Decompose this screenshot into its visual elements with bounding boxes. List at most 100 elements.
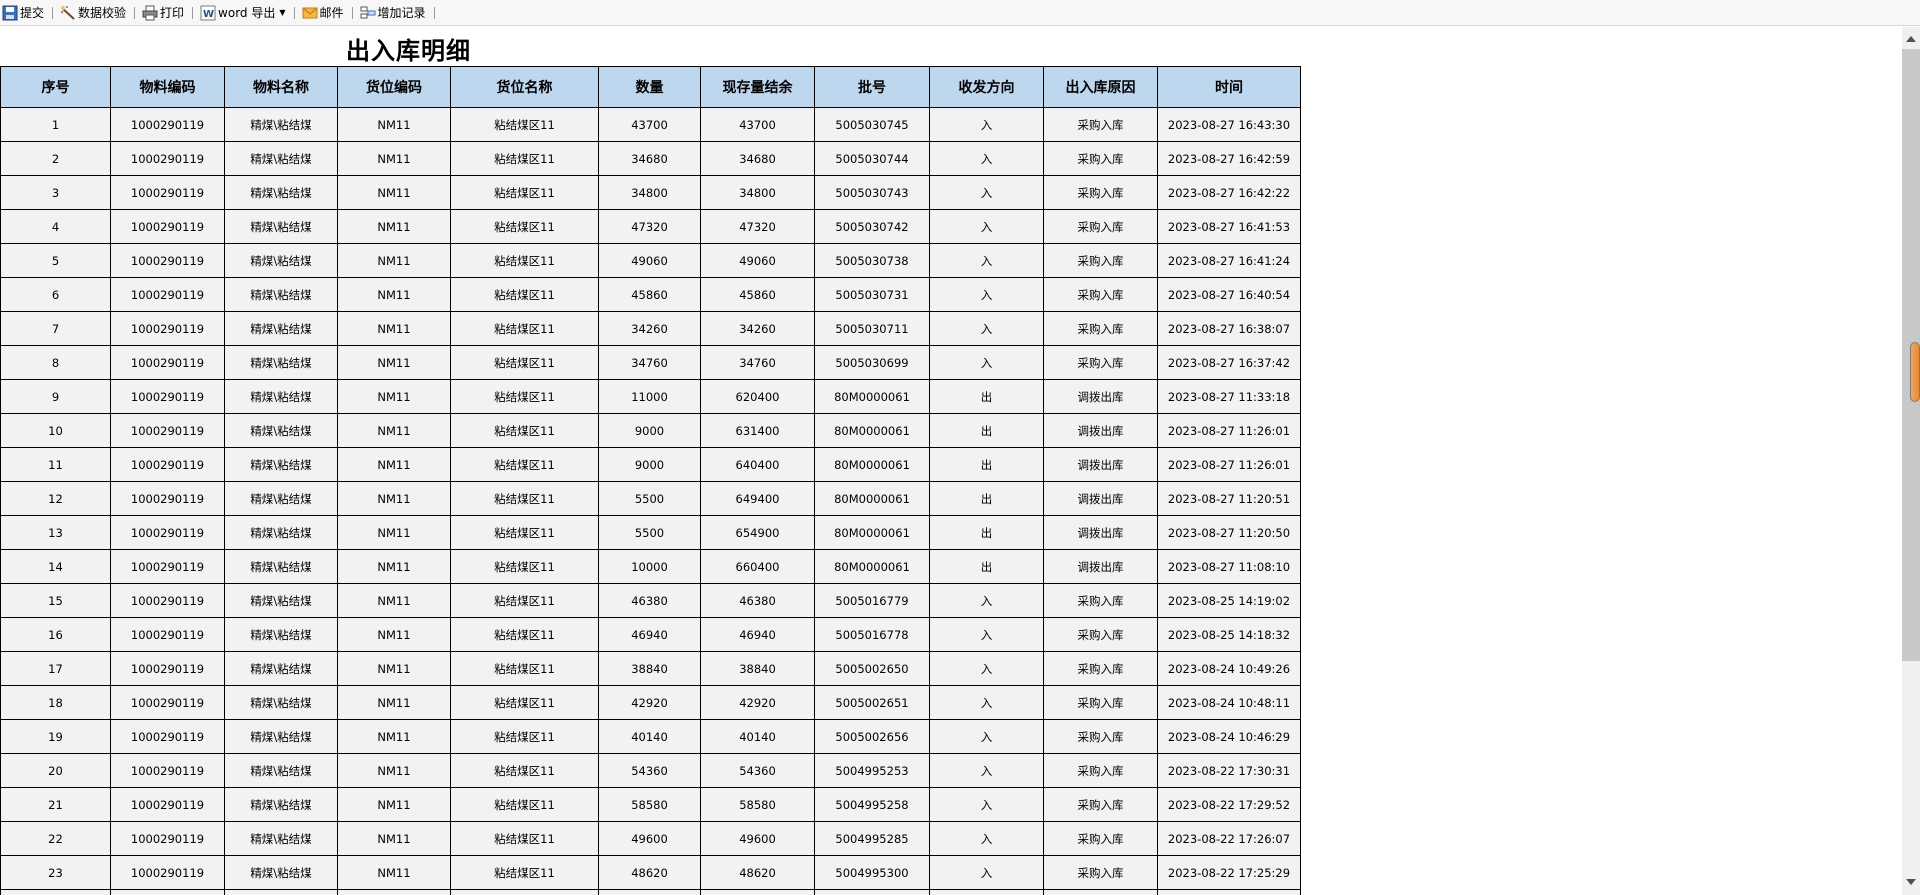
table-cell: 精煤\粘结煤: [224, 481, 338, 516]
toolbar: 提交 数据校验 打印 W word 导出 ▼ 邮件 增加记录: [0, 0, 1920, 26]
mail-button[interactable]: 邮件: [301, 2, 347, 24]
table-cell: [110, 889, 225, 895]
table-cell: 80M0000061: [814, 549, 930, 584]
table-cell: 出: [929, 515, 1044, 550]
table-cell: 14: [0, 549, 111, 584]
table-cell: 16: [0, 617, 111, 652]
table-cell: 粘结煤区11: [450, 447, 599, 482]
scroll-down-arrow-icon[interactable]: [1906, 879, 1916, 885]
add-record-button[interactable]: 增加记录: [359, 2, 429, 24]
table-cell: 8: [0, 345, 111, 380]
table-row: 7 1000290119 精煤\粘结煤 NM11 粘结煤区11 34260 34260 500…: [0, 311, 1301, 346]
table-cell: 采购入库: [1043, 345, 1158, 380]
table-cell: 粘结煤区11: [450, 821, 599, 856]
table-cell: 2: [0, 141, 111, 176]
table-cell: 40140: [700, 719, 815, 754]
table-cell: 58580: [598, 787, 701, 822]
table-cell: 1000290119: [110, 311, 225, 346]
table-cell: NM11: [337, 277, 451, 312]
table-cell: 43700: [700, 107, 815, 142]
table-cell: 粘结煤区11: [450, 141, 599, 176]
table-cell: 入: [929, 141, 1044, 176]
svg-text:W: W: [203, 9, 214, 20]
table-cell: 5005002650: [814, 651, 930, 686]
table-cell: 采购入库: [1043, 243, 1158, 278]
table-cell: 粘结煤区11: [450, 651, 599, 686]
toolbar-separator: [192, 6, 194, 19]
table-cell: 2023-08-27 16:38:07: [1157, 311, 1301, 346]
table-cell: 2023-08-24 10:46:29: [1157, 719, 1301, 754]
table-cell: 粘结煤区11: [450, 345, 599, 380]
table-cell: 43700: [598, 107, 701, 142]
word-export-dropdown[interactable]: W word 导出 ▼: [199, 2, 288, 24]
table-cell: NM11: [337, 141, 451, 176]
table-cell: 80M0000061: [814, 379, 930, 414]
table-cell: 34680: [700, 141, 815, 176]
table-cell: NM11: [337, 719, 451, 754]
table-cell: 粘结煤区11: [450, 379, 599, 414]
table-cell: [0, 889, 111, 895]
table-cell: 1000290119: [110, 515, 225, 550]
table-cell: NM11: [337, 651, 451, 686]
scroll-thumb[interactable]: [1910, 342, 1920, 402]
table-cell: 1000290119: [110, 107, 225, 142]
table-cell: 11: [0, 447, 111, 482]
table-cell: 2023-08-27 16:41:53: [1157, 209, 1301, 244]
table-cell: 入: [929, 855, 1044, 890]
table-cell: 1000290119: [110, 481, 225, 516]
table-cell: 5005030711: [814, 311, 930, 346]
table-cell: 2023-08-27 16:42:59: [1157, 141, 1301, 176]
table-cell: 58580: [700, 787, 815, 822]
vertical-scrollbar[interactable]: [1902, 27, 1920, 895]
table-cell: 6: [0, 277, 111, 312]
table-cell: [450, 889, 599, 895]
table-cell: 649400: [700, 481, 815, 516]
add-row-icon: [360, 6, 376, 18]
table-cell: 精煤\粘结煤: [224, 753, 338, 788]
table-cell: 1000290119: [110, 175, 225, 210]
column-header: 批号: [814, 66, 930, 108]
table-cell: 10: [0, 413, 111, 448]
table-cell: 粘结煤区11: [450, 243, 599, 278]
table-cell: 采购入库: [1043, 583, 1158, 618]
table-cell: NM11: [337, 481, 451, 516]
table-cell: 粘结煤区11: [450, 549, 599, 584]
table-cell: 45860: [598, 277, 701, 312]
table-cell: 5005016779: [814, 583, 930, 618]
scroll-up-arrow-icon[interactable]: [1906, 36, 1916, 42]
table-cell: 粘结煤区11: [450, 617, 599, 652]
magic-wand-icon: [61, 5, 75, 20]
column-header: 物料编码: [110, 66, 225, 108]
table-cell: 54360: [598, 753, 701, 788]
table-row: 2 1000290119 精煤\粘结煤 NM11 粘结煤区11 34680 34680 500…: [0, 141, 1301, 176]
table-cell: 精煤\粘结煤: [224, 617, 338, 652]
table-cell: 调拨出库: [1043, 379, 1158, 414]
table-cell: 入: [929, 651, 1044, 686]
table-cell: 2023-08-27 16:37:42: [1157, 345, 1301, 380]
table-cell: 1000290119: [110, 209, 225, 244]
table-cell: 2023-08-27 11:20:51: [1157, 481, 1301, 516]
table-cell: 5004995285: [814, 821, 930, 856]
table-cell: 9000: [598, 447, 701, 482]
validate-button[interactable]: 数据校验: [59, 2, 129, 24]
table-cell: 1000290119: [110, 685, 225, 720]
table-cell: 采购入库: [1043, 685, 1158, 720]
table-cell: 49060: [700, 243, 815, 278]
table-cell: 调拨出库: [1043, 481, 1158, 516]
table-cell: 采购入库: [1043, 719, 1158, 754]
table-row: [0, 889, 1301, 895]
table-cell: 出: [929, 413, 1044, 448]
submit-button[interactable]: 提交: [1, 2, 47, 24]
print-label: 打印: [160, 6, 185, 20]
table-row: 22 1000290119 精煤\粘结煤 NM11 粘结煤区11 49600 49600 50…: [0, 821, 1301, 856]
table-cell: 入: [929, 821, 1044, 856]
column-header: 出入库原因: [1043, 66, 1158, 108]
table-cell: 入: [929, 583, 1044, 618]
word-export-label: word 导出: [218, 6, 276, 20]
table-row: 16 1000290119 精煤\粘结煤 NM11 粘结煤区11 46940 46940 50…: [0, 617, 1301, 652]
table-cell: 9: [0, 379, 111, 414]
table-cell: 5005030699: [814, 345, 930, 380]
print-button[interactable]: 打印: [141, 2, 187, 24]
table-cell: 40140: [598, 719, 701, 754]
table-cell: 1000290119: [110, 855, 225, 890]
